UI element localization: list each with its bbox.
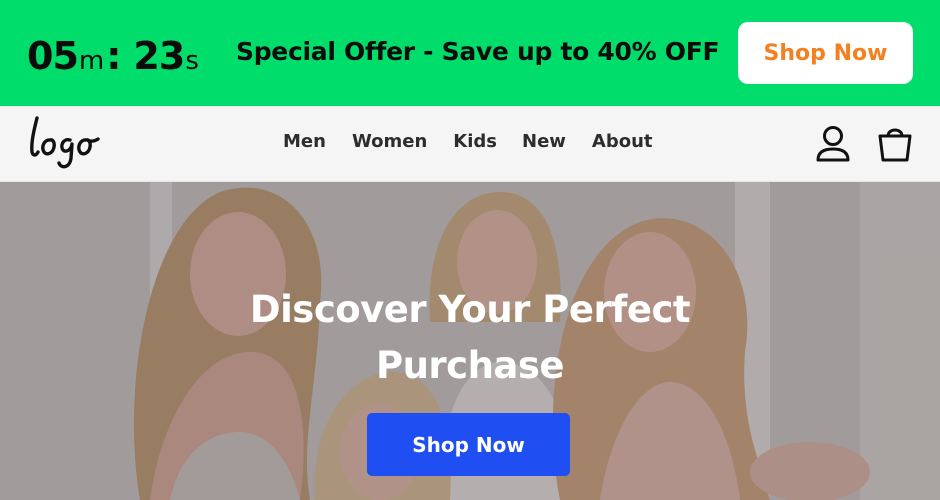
- promo-shop-now-button[interactable]: Shop Now: [738, 22, 913, 84]
- nav-link-kids[interactable]: Kids: [453, 131, 497, 157]
- nav-link-about[interactable]: About: [592, 131, 653, 157]
- main-nav: Men Women Kids New About: [283, 131, 653, 157]
- timer-minutes: 05: [27, 34, 79, 78]
- promo-banner: 05 m : 23 s Special Offer - Save up to 4…: [0, 0, 940, 106]
- shopping-bag-icon[interactable]: [876, 124, 914, 164]
- hero-section: Discover Your Perfect Purchase Shop Now: [0, 182, 940, 500]
- hero-shop-now-button[interactable]: Shop Now: [367, 413, 570, 476]
- hero-heading-line2: Purchase: [375, 344, 565, 387]
- timer-separator: :: [106, 34, 122, 78]
- offer-text: Special Offer - Save up to 40% OFF: [236, 37, 720, 66]
- nav-link-new[interactable]: New: [522, 131, 566, 157]
- countdown-timer: 05 m : 23 s: [27, 34, 199, 80]
- hero-heading-line1: Discover Your Perfect: [249, 288, 691, 331]
- timer-minutes-unit: m: [78, 46, 105, 76]
- nav-link-men[interactable]: Men: [283, 131, 326, 157]
- timer-seconds: 23: [133, 34, 185, 78]
- timer-seconds-unit: s: [185, 46, 199, 76]
- user-icon[interactable]: [814, 124, 852, 164]
- nav-link-women[interactable]: Women: [352, 131, 427, 157]
- logo[interactable]: logo: [25, 112, 105, 174]
- hero-heading: Discover Your Perfect Purchase: [0, 282, 940, 394]
